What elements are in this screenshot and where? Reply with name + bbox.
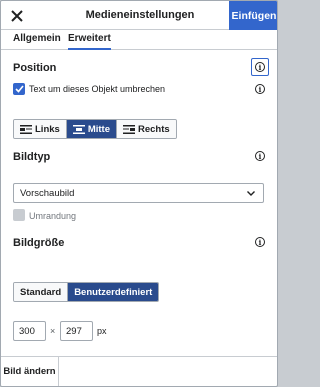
align-center-button[interactable]: Mitte: [66, 120, 117, 138]
image-size-heading: Bildgröße: [13, 237, 65, 249]
size-custom-button[interactable]: Benutzerdefiniert: [68, 283, 159, 301]
dialog-footer: Bild ändern: [1, 356, 277, 386]
image-type-value: Vorschaubild: [20, 187, 75, 199]
align-left-icon: [20, 124, 32, 134]
align-left-button[interactable]: Links: [14, 120, 67, 138]
size-button-group: Standard Benutzerdefiniert: [13, 282, 160, 302]
insert-button[interactable]: Einfügen: [229, 1, 277, 30]
border-label: Umrandung: [29, 211, 77, 221]
wrap-info-icon[interactable]: i: [255, 84, 265, 94]
change-image-button[interactable]: Bild ändern: [1, 357, 59, 386]
size-standard-button[interactable]: Standard: [14, 283, 69, 301]
align-right-label: Rechts: [137, 123, 170, 135]
width-input[interactable]: 300: [13, 321, 46, 341]
image-type-info-icon[interactable]: i: [255, 151, 265, 161]
info-icon: i: [255, 62, 265, 72]
align-center-icon: [72, 124, 85, 134]
position-heading: Position: [13, 62, 57, 74]
media-settings-dialog: Medieneinstellungen Einfügen Allgemein E…: [0, 0, 278, 387]
align-left-label: Links: [35, 123, 60, 135]
tab-erweitert[interactable]: Erweitert: [68, 33, 111, 50]
alignment-button-group: Links Mitte Rechts: [13, 119, 177, 139]
image-size-info-icon[interactable]: i: [255, 237, 265, 247]
wrap-text-label: Text um dieses Objekt umbrechen: [29, 84, 166, 94]
border-checkbox[interactable]: [13, 209, 25, 221]
align-right-icon: [122, 124, 135, 134]
align-center-label: Mitte: [87, 123, 110, 135]
image-type-select[interactable]: Vorschaubild: [13, 183, 264, 203]
tab-bar: Allgemein Erweitert: [1, 30, 277, 50]
unit-label: px: [97, 326, 107, 336]
wrap-text-checkbox[interactable]: [13, 83, 25, 95]
tab-allgemein[interactable]: Allgemein: [13, 33, 61, 48]
position-info-button[interactable]: i: [251, 58, 269, 76]
dialog-header: Medieneinstellungen Einfügen: [1, 1, 277, 30]
dimension-separator: ×: [50, 326, 56, 336]
height-input[interactable]: 297: [60, 321, 93, 341]
align-right-button[interactable]: Rechts: [116, 120, 176, 138]
image-type-heading: Bildtyp: [13, 151, 51, 163]
chevron-down-icon: [247, 191, 255, 196]
